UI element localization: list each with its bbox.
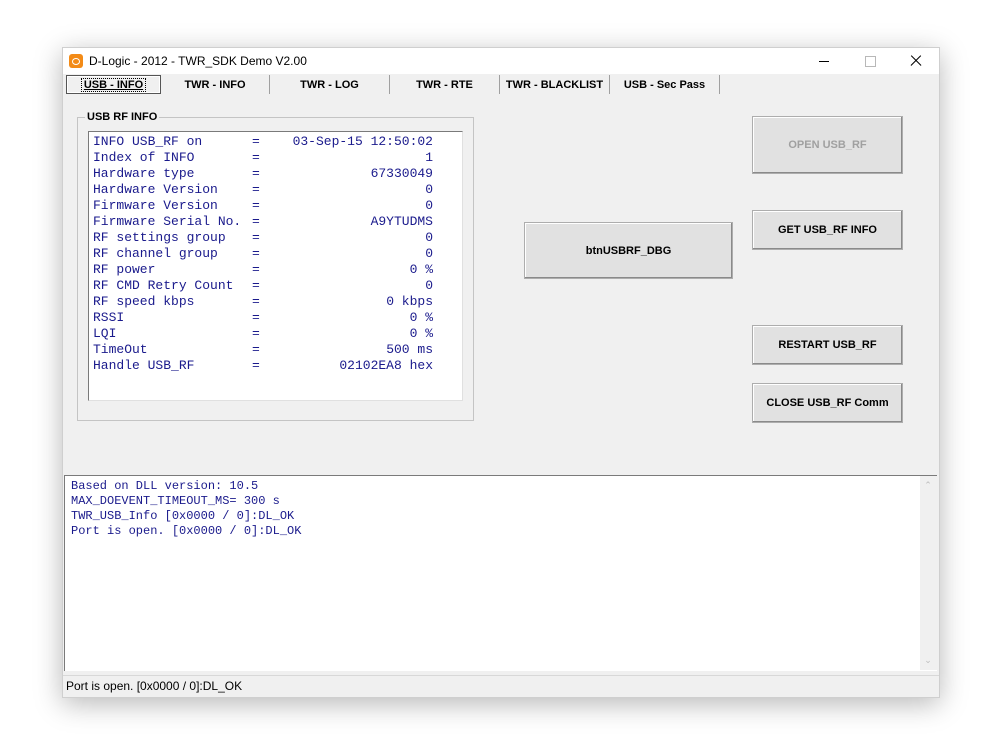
open-usb-rf-button: OPEN USB_RF: [752, 116, 903, 174]
info-value: 0 kbps: [386, 294, 433, 309]
info-equals: =: [252, 246, 260, 261]
info-label: RF power: [93, 262, 156, 277]
title-bar[interactable]: D-Logic - 2012 - TWR_SDK Demo V2.00: [63, 48, 939, 74]
info-row: LQI = 0 %: [93, 326, 433, 342]
restart-usb-rf-button[interactable]: RESTART USB_RF: [752, 325, 903, 365]
minimize-icon: [819, 60, 829, 62]
info-equals: =: [252, 278, 260, 293]
info-value: 0: [425, 182, 433, 197]
tab-strip: USB - INFO TWR - INFO TWR - LOG TWR - RT…: [63, 74, 939, 96]
log-line: TWR_USB_Info [0x0000 / 0]:DL_OK: [71, 509, 295, 523]
info-row: RSSI = 0 %: [93, 310, 433, 326]
info-value: 0 %: [409, 262, 433, 277]
minimize-button[interactable]: [801, 48, 847, 74]
app-logo-icon: [69, 54, 83, 68]
window-title: D-Logic - 2012 - TWR_SDK Demo V2.00: [89, 54, 307, 68]
info-equals: =: [252, 358, 260, 373]
tab-twr-info[interactable]: TWR - INFO: [161, 75, 270, 94]
close-usb-rf-comm-button[interactable]: CLOSE USB_RF Comm: [752, 383, 903, 423]
info-value: 0 %: [409, 310, 433, 325]
info-label: RF settings group: [93, 230, 226, 245]
usb-rf-info-panel: INFO USB_RF on = 03-Sep-15 12:50:02 Inde…: [88, 131, 463, 401]
log-line: Port is open. [0x0000 / 0]:DL_OK: [71, 524, 302, 538]
info-label: RSSI: [93, 310, 125, 325]
info-label: INFO USB_RF on: [93, 134, 203, 149]
info-row: INFO USB_RF on = 03-Sep-15 12:50:02: [93, 134, 433, 150]
info-row: TimeOut = 500 ms: [93, 342, 433, 358]
tab-label: USB - Sec Pass: [623, 78, 706, 91]
info-label: RF CMD Retry Count: [93, 278, 234, 293]
info-value: 02102EA8 hex: [339, 358, 433, 373]
info-value: 500 ms: [386, 342, 433, 357]
info-row: RF power = 0 %: [93, 262, 433, 278]
info-label: TimeOut: [93, 342, 148, 357]
tab-label: TWR - RTE: [416, 78, 473, 91]
scroll-up-icon[interactable]: ⌃: [924, 480, 932, 490]
tab-usb-sec-pass[interactable]: USB - Sec Pass: [610, 75, 720, 94]
info-row: Firmware Serial No. = A9YTUDMS: [93, 214, 433, 230]
log-line: Based on DLL version: 10.5: [71, 479, 259, 493]
tab-usb-info[interactable]: USB - INFO: [66, 75, 161, 94]
tab-twr-log[interactable]: TWR - LOG: [270, 75, 390, 94]
log-scrollbar[interactable]: ⌃ ⌄: [920, 476, 937, 670]
info-value: 0 %: [409, 326, 433, 341]
tab-twr-blacklist[interactable]: TWR - BLACKLIST: [500, 75, 610, 94]
info-equals: =: [252, 150, 260, 165]
tab-label: USB - INFO: [80, 77, 147, 92]
info-equals: =: [252, 326, 260, 341]
log-output[interactable]: Based on DLL version: 10.5 MAX_DOEVENT_T…: [64, 475, 937, 671]
info-value: 67330049: [370, 166, 433, 181]
info-row: RF channel group = 0: [93, 246, 433, 262]
info-label: RF channel group: [93, 246, 218, 261]
info-row: Hardware Version = 0: [93, 182, 433, 198]
info-row: Handle USB_RF = 02102EA8 hex: [93, 358, 433, 374]
info-label: LQI: [93, 326, 117, 341]
get-usb-rf-info-button[interactable]: GET USB_RF INFO: [752, 210, 903, 250]
tab-label: TWR - LOG: [300, 78, 359, 91]
info-row: Firmware Version = 0: [93, 198, 433, 214]
tab-label: TWR - INFO: [184, 78, 246, 91]
info-equals: =: [252, 310, 260, 325]
info-equals: =: [252, 182, 260, 197]
info-equals: =: [252, 262, 260, 277]
info-row: RF settings group = 0: [93, 230, 433, 246]
info-label: Firmware Serial No.: [93, 214, 242, 229]
info-label: Firmware Version: [93, 198, 218, 213]
close-button[interactable]: [893, 48, 939, 74]
info-value: 0: [425, 246, 433, 261]
info-label: Hardware Version: [93, 182, 218, 197]
info-value: A9YTUDMS: [370, 214, 433, 229]
info-equals: =: [252, 214, 260, 229]
info-value: 0: [425, 198, 433, 213]
close-icon: [910, 55, 922, 67]
info-equals: =: [252, 166, 260, 181]
status-bar: Port is open. [0x0000 / 0]:DL_OK: [63, 675, 939, 697]
info-value: 0: [425, 230, 433, 245]
info-row: Hardware type = 67330049: [93, 166, 433, 182]
info-equals: =: [252, 198, 260, 213]
info-label: Hardware type: [93, 166, 195, 181]
info-equals: =: [252, 230, 260, 245]
info-value: 0: [425, 278, 433, 293]
app-window: D-Logic - 2012 - TWR_SDK Demo V2.00 USB …: [62, 47, 940, 698]
info-label: RF speed kbps: [93, 294, 195, 309]
tab-label: TWR - BLACKLIST: [505, 78, 604, 91]
info-equals: =: [252, 134, 260, 149]
info-equals: =: [252, 294, 260, 309]
info-equals: =: [252, 342, 260, 357]
info-label: Index of INFO: [93, 150, 195, 165]
tab-twr-rte[interactable]: TWR - RTE: [390, 75, 500, 94]
scroll-down-icon[interactable]: ⌄: [924, 655, 932, 665]
maximize-icon: [864, 55, 876, 67]
usb-rf-info-group-title: USB RF INFO: [85, 111, 160, 123]
maximize-button: [847, 48, 893, 74]
log-line: MAX_DOEVENT_TIMEOUT_MS= 300 s: [71, 494, 280, 508]
info-value: 1: [425, 150, 433, 165]
debug-button[interactable]: btnUSBRF_DBG: [524, 222, 733, 279]
info-value: 03-Sep-15 12:50:02: [292, 134, 433, 149]
info-label: Handle USB_RF: [93, 358, 195, 373]
info-row: RF speed kbps = 0 kbps: [93, 294, 433, 310]
info-row: Index of INFO = 1: [93, 150, 433, 166]
info-row: RF CMD Retry Count = 0: [93, 278, 433, 294]
